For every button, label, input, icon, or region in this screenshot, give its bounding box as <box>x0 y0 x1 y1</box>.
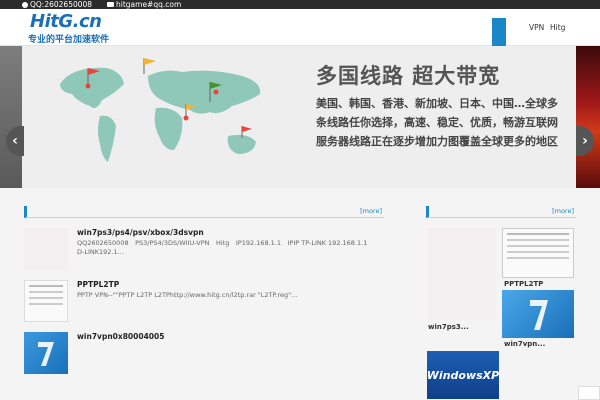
more-link[interactable]: [more] <box>360 207 382 215</box>
list-item[interactable]: win7ps3/ps4/psv/xbox/3dsvpn QQ2602650008… <box>24 228 384 276</box>
article-thumbnail[interactable] <box>24 332 68 374</box>
panel-header: [more] <box>24 206 384 218</box>
article-excerpt: QQ2602650008 PS3/PS4/3DS/WIIU-VPN Hitg I… <box>77 239 374 256</box>
hero-banner: 多国线路 超大带宽 美国、韩国、香港、新加坡、日本、中国…全球多条线路任你选择，… <box>0 46 600 188</box>
panel-header: [more] <box>426 206 576 218</box>
grid-thumbnail[interactable] <box>428 228 496 320</box>
nav-item-vpn[interactable]: VPN <box>529 23 544 32</box>
site-slogan: 专业的平台加速软件 <box>28 35 110 45</box>
email-contact[interactable]: hitgame#qq.com <box>107 0 181 9</box>
site-logo[interactable]: HitG.cn <box>30 11 102 32</box>
grid-thumbnail[interactable]: WindowsXP <box>427 351 499 399</box>
email-address[interactable]: hitgame#qq.com <box>116 0 181 9</box>
grid-thumbnail[interactable] <box>502 228 574 278</box>
grid-thumbnail[interactable] <box>502 290 574 338</box>
article-thumbnail[interactable] <box>24 280 68 322</box>
grid-label[interactable]: PPTPL2TP <box>504 280 543 288</box>
nav-active-indicator[interactable] <box>492 18 506 48</box>
top-bar: QQ:2602650008 hitgame#qq.com <box>0 0 600 9</box>
windows7-logo-icon <box>38 342 54 366</box>
banner-description: 美国、韩国、香港、新加坡、日本、中国…全球多条线路任你选择，高速、稳定、优质，畅… <box>316 97 558 148</box>
header: HitG.cn 专业的平台加速软件 VPN Hitg <box>0 9 600 48</box>
content-area: [more] win7ps3/ps4/psv/xbox/3dsvpn QQ260… <box>0 188 600 400</box>
back-to-top-button[interactable] <box>578 386 600 400</box>
article-list-panel: [more] win7ps3/ps4/psv/xbox/3dsvpn QQ260… <box>24 206 384 400</box>
image-grid-panel: [more] win7ps3... PPTPL2TP win7vpn... Wi… <box>426 206 576 400</box>
more-link[interactable]: [more] <box>552 207 574 215</box>
list-item[interactable]: PPTPL2TP PPTP VPN--""PPTP L2TP L2TPhttp:… <box>24 280 384 328</box>
slide-main: 多国线路 超大带宽 美国、韩国、香港、新加坡、日本、中国…全球多条线路任你选择，… <box>22 46 576 188</box>
grid-label[interactable]: win7ps3... <box>428 323 469 331</box>
nav-item-hitg[interactable]: Hitg <box>550 23 565 32</box>
qq-contact: QQ:2602650008 <box>22 0 92 9</box>
qq-number: QQ:2602650008 <box>30 0 93 9</box>
article-excerpt: PPTP VPN--""PPTP L2TP L2TPhttp://www.hit… <box>77 291 298 299</box>
article-thumbnail[interactable] <box>24 228 68 270</box>
article-title[interactable]: PPTPL2TP <box>77 280 119 289</box>
world-map-image <box>60 58 261 162</box>
mail-icon <box>107 2 114 7</box>
windowsxp-caption: WindowsXP <box>426 368 500 382</box>
next-slide-preview <box>576 46 600 188</box>
previous-slide-preview <box>0 46 22 188</box>
grid-label[interactable]: win7vpn... <box>504 340 545 348</box>
article-title[interactable]: win7vpn0x80004005 <box>77 332 164 341</box>
list-item[interactable]: win7vpn0x80004005 <box>24 332 384 380</box>
banner-headline: 多国线路 超大带宽 <box>316 64 501 88</box>
user-icon <box>22 1 28 8</box>
windows7-logo-icon <box>530 300 548 330</box>
article-title[interactable]: win7ps3/ps4/psv/xbox/3dsvpn <box>77 228 204 237</box>
